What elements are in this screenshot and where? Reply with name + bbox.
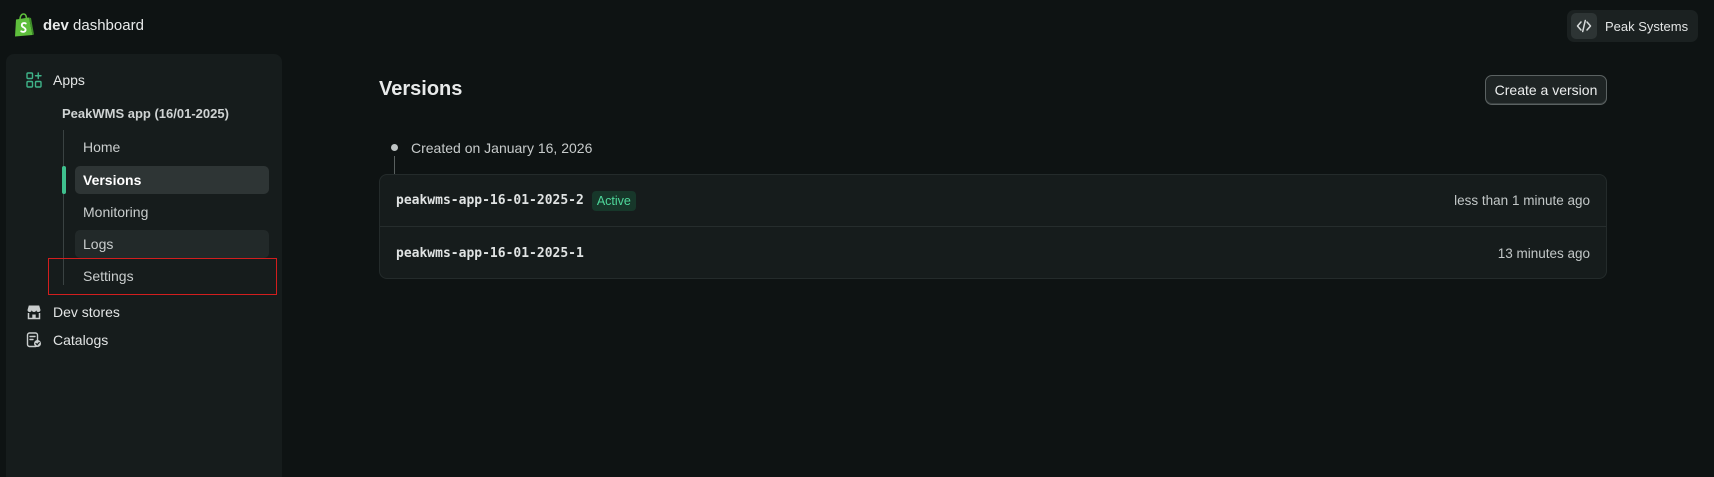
sidebar-item-versions[interactable]: Versions — [75, 166, 269, 194]
version-timestamp: 13 minutes ago — [1497, 245, 1590, 261]
version-name[interactable]: peakwms-app-16-01-2025-2 — [396, 193, 584, 208]
store-icon — [27, 305, 41, 320]
sidebar-item-label: Monitoring — [83, 204, 149, 220]
dev-dashboard-logo[interactable]: dev dashboard — [13, 13, 144, 37]
settings-highlight-outline — [48, 258, 277, 295]
version-timestamp: less than 1 minute ago — [1454, 193, 1590, 208]
version-name[interactable]: peakwms-app-16-01-2025-1 — [396, 246, 584, 261]
sidebar-item-label: Dev stores — [53, 304, 120, 320]
sidebar-item-logs[interactable]: Logs — [75, 230, 269, 258]
sidebar-item-dev-stores[interactable]: Dev stores — [26, 301, 120, 323]
sidebar-item-label: Home — [83, 139, 121, 155]
catalog-icon — [26, 332, 41, 348]
active-indicator — [62, 166, 66, 194]
versions-list: peakwms-app-16-01-2025-2 Active less tha… — [379, 174, 1607, 279]
create-version-button[interactable]: Create a version — [1485, 75, 1607, 105]
organization-switcher[interactable]: Peak Systems — [1567, 10, 1698, 42]
app-name[interactable]: PeakWMS app (16/01-2025) — [62, 106, 229, 121]
logo-text: dev dashboard — [43, 16, 144, 34]
sidebar-item-monitoring[interactable]: Monitoring — [75, 198, 269, 226]
version-row[interactable]: peakwms-app-16-01-2025-1 13 minutes ago — [380, 227, 1606, 279]
timeline-label: Created on January 16, 2026 — [411, 140, 593, 156]
sidebar-item-label: Catalogs — [53, 332, 109, 348]
timeline-connector — [394, 156, 395, 174]
sidebar-item-label: Apps — [53, 72, 85, 88]
sidebar-item-label: Versions — [83, 172, 142, 188]
organization-name: Peak Systems — [1605, 18, 1689, 34]
code-icon — [1571, 13, 1597, 39]
sidebar-item-catalogs[interactable]: Catalogs — [26, 329, 108, 351]
sidebar-item-home[interactable]: Home — [75, 133, 269, 161]
shopify-bag-icon — [15, 13, 34, 37]
top-bar: dev dashboard Peak Systems — [0, 0, 1714, 52]
version-row[interactable]: peakwms-app-16-01-2025-2 Active less tha… — [380, 175, 1606, 227]
apps-icon — [26, 72, 42, 88]
page-title: Versions — [379, 78, 463, 100]
sidebar-item-label: Logs — [83, 236, 114, 252]
status-badge: Active — [591, 190, 636, 211]
sidebar-item-apps[interactable]: Apps — [26, 69, 85, 91]
timeline-dot — [391, 144, 398, 151]
